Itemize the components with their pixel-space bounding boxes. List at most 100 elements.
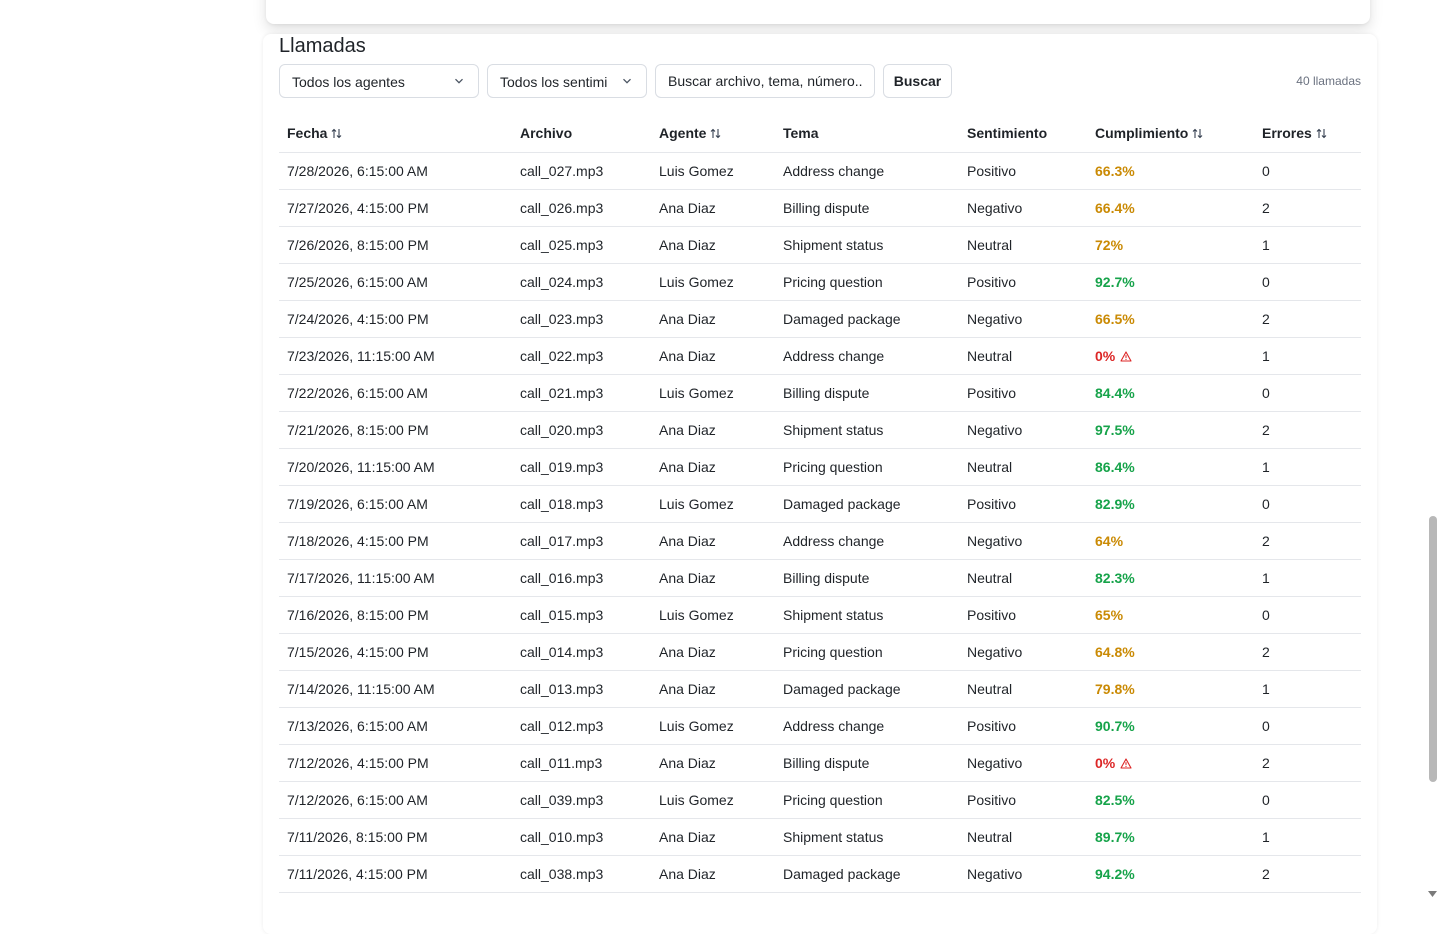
table-row[interactable]: 7/25/2026, 6:15:00 AM call_024.mp3 Luis Go… [279,263,1361,301]
col-header-cumplimiento[interactable]: Cumplimiento [1087,113,1254,153]
cell-fecha: 7/25/2026, 6:15:00 AM [279,263,512,301]
scroll-down-arrow-icon[interactable] [1428,891,1437,897]
cell-cumplimiento: 72% [1087,226,1254,264]
cell-tema: Billing dispute [775,744,959,782]
sort-arrows-icon [1192,128,1203,138]
section-title: Llamadas [279,35,366,57]
cell-errores: 1 [1254,818,1361,856]
cell-fecha: 7/11/2026, 8:15:00 PM [279,818,512,856]
cell-cumplimiento: 97.5% [1087,411,1254,449]
cell-archivo: call_025.mp3 [512,226,651,264]
page-scrollbar[interactable] [1425,0,1440,900]
col-header-label: Agente [659,124,707,141]
compliance-value: 66.5% [1095,311,1135,327]
cell-errores: 1 [1254,448,1361,486]
table-row[interactable]: 7/20/2026, 11:15:00 AM call_019.mp3 Ana Di… [279,448,1361,486]
cell-sentimiento: Positivo [959,152,1087,190]
cell-agente: Ana Diaz [651,337,775,375]
table-row[interactable]: 7/15/2026, 4:15:00 PM call_014.mp3 Ana Dia… [279,633,1361,671]
cell-fecha: 7/11/2026, 4:15:00 PM [279,855,512,893]
compliance-value: 84.4% [1095,385,1135,401]
cell-archivo: call_023.mp3 [512,300,651,338]
compliance-value: 82.5% [1095,792,1135,808]
table-row[interactable]: 7/24/2026, 4:15:00 PM call_023.mp3 Ana Dia… [279,300,1361,338]
cell-sentimiento: Positivo [959,263,1087,301]
sentiment-filter-select[interactable]: Todos los sentimi [487,64,647,98]
cell-fecha: 7/22/2026, 6:15:00 AM [279,374,512,412]
scrollbar-thumb[interactable] [1429,516,1437,782]
compliance-value: 94.2% [1095,866,1135,882]
cell-agente: Luis Gomez [651,707,775,745]
cell-archivo: call_016.mp3 [512,559,651,597]
cell-agente: Ana Diaz [651,522,775,560]
cell-cumplimiento: 82.9% [1087,485,1254,523]
cell-tema: Pricing question [775,448,959,486]
col-header-fecha[interactable]: Fecha [279,113,512,153]
cell-sentimiento: Positivo [959,596,1087,634]
cell-tema: Damaged package [775,485,959,523]
cell-tema: Damaged package [775,855,959,893]
cell-archivo: call_014.mp3 [512,633,651,671]
cell-sentimiento: Positivo [959,485,1087,523]
agent-filter-select[interactable]: Todos los agentes [279,64,479,98]
cell-errores: 0 [1254,152,1361,190]
col-header-archivo: Archivo [512,113,651,153]
search-input[interactable] [655,64,875,98]
table-row[interactable]: 7/27/2026, 4:15:00 PM call_026.mp3 Ana Dia… [279,189,1361,227]
cell-errores: 0 [1254,707,1361,745]
cell-fecha: 7/26/2026, 8:15:00 PM [279,226,512,264]
cell-agente: Luis Gomez [651,781,775,819]
cell-tema: Damaged package [775,300,959,338]
cell-tema: Address change [775,522,959,560]
table-row[interactable]: 7/21/2026, 8:15:00 PM call_020.mp3 Ana Dia… [279,411,1361,449]
search-button[interactable]: Buscar [883,64,952,98]
table-row[interactable]: 7/23/2026, 11:15:00 AM call_022.mp3 Ana Di… [279,337,1361,375]
table-row[interactable]: 7/16/2026, 8:15:00 PM call_015.mp3 Luis Go… [279,596,1361,634]
table-row[interactable]: 7/12/2026, 6:15:00 AM call_039.mp3 Luis Go… [279,781,1361,819]
cell-tema: Billing dispute [775,374,959,412]
cell-agente: Ana Diaz [651,411,775,449]
table-row[interactable]: 7/17/2026, 11:15:00 AM call_016.mp3 Ana Di… [279,559,1361,597]
cell-errores: 2 [1254,411,1361,449]
cell-tema: Damaged package [775,670,959,708]
table-row[interactable]: 7/22/2026, 6:15:00 AM call_021.mp3 Luis Go… [279,374,1361,412]
table-row[interactable]: 7/13/2026, 6:15:00 AM call_012.mp3 Luis Go… [279,707,1361,745]
cell-agente: Ana Diaz [651,448,775,486]
cell-sentimiento: Neutral [959,448,1087,486]
calls-toolbar: Todos los agentes Todos los sentimi Busc… [279,64,1361,100]
col-header-label: Archivo [520,124,573,141]
compliance-value: 0% [1095,348,1116,364]
cell-cumplimiento: 82.5% [1087,781,1254,819]
cell-fecha: 7/13/2026, 6:15:00 AM [279,707,512,745]
table-row[interactable]: 7/14/2026, 11:15:00 AM call_013.mp3 Ana Di… [279,670,1361,708]
table-row[interactable]: 7/11/2026, 4:15:00 PM call_038.mp3 Ana Dia… [279,855,1361,893]
cell-agente: Luis Gomez [651,596,775,634]
col-header-agente[interactable]: Agente [651,113,775,153]
compliance-value: 64.8% [1095,644,1135,660]
cell-archivo: call_017.mp3 [512,522,651,560]
table-row[interactable]: 7/12/2026, 4:15:00 PM call_011.mp3 Ana Dia… [279,744,1361,782]
table-row[interactable]: 7/18/2026, 4:15:00 PM call_017.mp3 Ana Dia… [279,522,1361,560]
cell-errores: 0 [1254,596,1361,634]
col-header-label: Cumplimiento [1095,124,1189,141]
cell-fecha: 7/15/2026, 4:15:00 PM [279,633,512,671]
cell-fecha: 7/21/2026, 8:15:00 PM [279,411,512,449]
cell-errores: 2 [1254,300,1361,338]
cell-errores: 1 [1254,559,1361,597]
cell-archivo: call_013.mp3 [512,670,651,708]
cell-fecha: 7/17/2026, 11:15:00 AM [279,559,512,597]
table-row[interactable]: 7/11/2026, 8:15:00 PM call_010.mp3 Ana Dia… [279,818,1361,856]
cell-errores: 0 [1254,781,1361,819]
cell-errores: 2 [1254,855,1361,893]
col-header-errores[interactable]: Errores [1254,113,1361,153]
cell-sentimiento: Negativo [959,300,1087,338]
cell-cumplimiento: 65% [1087,596,1254,634]
cell-fecha: 7/14/2026, 11:15:00 AM [279,670,512,708]
table-row[interactable]: 7/19/2026, 6:15:00 AM call_018.mp3 Luis Go… [279,485,1361,523]
table-row[interactable]: 7/26/2026, 8:15:00 PM call_025.mp3 Ana Dia… [279,226,1361,264]
cell-errores: 1 [1254,337,1361,375]
cell-tema: Shipment status [775,818,959,856]
compliance-value: 82.3% [1095,570,1135,586]
col-header-sentimiento: Sentimiento [959,113,1087,153]
table-row[interactable]: 7/28/2026, 6:15:00 AM call_027.mp3 Luis Go… [279,152,1361,190]
